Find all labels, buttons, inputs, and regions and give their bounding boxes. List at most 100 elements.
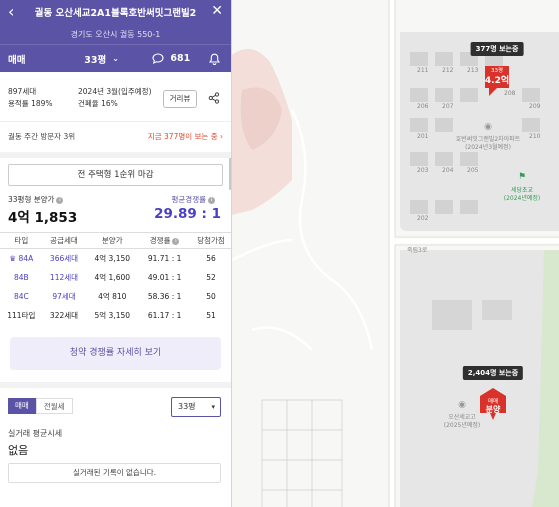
- comment-count: 681: [170, 53, 191, 64]
- floor-area-ratio: 용적률 189%: [8, 99, 53, 108]
- cell-type: 84B: [13, 272, 29, 282]
- cell-rate: 61.17 : 1: [147, 310, 182, 320]
- bell-icon: [208, 53, 220, 65]
- trade-type-dropdown[interactable]: 매매: [0, 52, 58, 66]
- info-icon[interactable]: i: [172, 237, 180, 245]
- live-viewers[interactable]: 지금 377명이 보는 중 ›: [148, 131, 223, 142]
- avg-price-label: 실거래 평균시세: [8, 428, 63, 438]
- marker1-price: 4.2억: [484, 76, 510, 86]
- competition-label-text: 평균경쟁률: [171, 195, 207, 204]
- building-label: 210: [529, 133, 541, 140]
- cell-score: 51: [206, 310, 216, 320]
- info-col-right: 2024년 3월(입주예정) 건폐율 16%: [78, 86, 152, 110]
- road-name-label: 죽림3로: [407, 247, 428, 254]
- cell-price: 4억 1,600: [94, 272, 131, 282]
- building-label: 202: [417, 215, 429, 222]
- no-record-message: 실거래된 기록이 없습니다.: [8, 462, 221, 483]
- info-icon[interactable]: i: [208, 196, 215, 204]
- cell-rate: 58.36 : 1: [147, 291, 182, 301]
- table-row: 84C 97세대 4억 810 58.36 : 1 50: [0, 287, 231, 306]
- apartment-pin-icon: ◉: [484, 122, 492, 132]
- building-label: 209: [529, 103, 541, 110]
- cell-supply: 366세대: [49, 253, 79, 263]
- cell-score: 50: [206, 291, 216, 301]
- table-row: 84B 112세대 4억 1,600 49.01 : 1 52: [0, 268, 231, 287]
- tab-lease[interactable]: 전월세: [35, 397, 73, 414]
- trade-tabs: 매매 전월세: [8, 397, 73, 414]
- building-label: 203: [417, 167, 429, 174]
- table-row: 111타입 322세대 5억 3,150 61.17 : 1 51: [0, 306, 231, 325]
- col-type: 타입: [0, 232, 43, 249]
- viewers-badge[interactable]: 2,404명 보는중: [462, 366, 524, 380]
- panel-header: ‹ 궐동 오산세교2A1블록호반써밋그랜빌2 ✕ 경기도 오산시 궐동 550-…: [0, 0, 231, 72]
- competition-detail-button[interactable]: 청약 경쟁률 자세히 보기: [10, 336, 221, 370]
- cell-type: 84C: [13, 291, 29, 301]
- share-icon[interactable]: [208, 92, 220, 104]
- complex-sub-label: (2024년3월예정): [465, 144, 511, 151]
- notification-button[interactable]: [197, 53, 231, 65]
- info-col-left: 897세대 용적률 189%: [8, 86, 53, 110]
- visitor-rank: 궐동 주간 방문자 3위: [8, 132, 76, 141]
- marker2-status: 분양: [485, 405, 501, 414]
- complex-info: 897세대 용적률 189% 2024년 3월(입주예정) 건폐율 16% 거리…: [0, 72, 231, 190]
- col-supply: 공급세대: [42, 232, 86, 249]
- header-toolbar: 매매 33평 ⌄ 681: [0, 44, 231, 72]
- table-header-row: 타입 공급세대 분양가 경쟁률 i 당첨가점: [0, 232, 231, 249]
- move-in-date: 2024년 3월(입주예정): [78, 87, 152, 96]
- cell-supply: 97세대: [52, 291, 76, 301]
- app-root: ‹ 궐동 오산세교2A1블록호반써밋그랜빌2 ✕ 경기도 오산시 궐동 550-…: [0, 0, 559, 507]
- building-label: 201: [417, 133, 429, 140]
- col-score: 당첨가점: [190, 232, 231, 249]
- col-rate: 경쟁률 i: [139, 232, 191, 249]
- building-label: 205: [467, 167, 479, 174]
- header-top: ‹ 궐동 오산세교2A1블록호반써밋그랜빌2 ✕ 경기도 오산시 궐동 550-…: [0, 0, 231, 44]
- tab-sale[interactable]: 매매: [8, 397, 36, 414]
- map-view[interactable]: 211 212 213 214 207 206 208 209 201 203 …: [232, 0, 559, 507]
- competition-label: 평균경쟁률 i: [171, 194, 215, 205]
- back-chevron-icon[interactable]: ‹: [8, 4, 14, 20]
- trade-type-label: 매매: [8, 54, 26, 66]
- cell-price: 5억 3,150: [94, 310, 131, 320]
- comments-button[interactable]: 681: [145, 53, 197, 64]
- complex-address: 경기도 오산시 궐동 550-1: [70, 30, 161, 39]
- size-label: 33평: [84, 54, 107, 66]
- unit-type-table: 타입 공급세대 분양가 경쟁률 i 당첨가점 ♛ 84A 366세대 4억 3,1…: [0, 232, 231, 325]
- avg-price-value: 없음: [8, 443, 29, 457]
- building-label: 206: [417, 103, 429, 110]
- detail-panel: ‹ 궐동 오산세교2A1블록호반써밋그랜빌2 ✕ 경기도 오산시 궐동 550-…: [0, 0, 232, 507]
- cell-type: ♛ 84A: [9, 253, 34, 263]
- households: 897세대: [8, 87, 37, 96]
- cell-supply: 112세대: [49, 272, 79, 282]
- cell-rate: 49.01 : 1: [147, 272, 182, 282]
- speech-bubble-icon: [152, 53, 164, 64]
- visitor-rank-row[interactable]: 궐동 주간 방문자 3위 지금 377명이 보는 중 ›: [0, 122, 231, 158]
- size-select-value: 33평: [178, 401, 196, 411]
- school-flag-icon: ⚑: [517, 172, 527, 182]
- cell-type: 111타입: [7, 310, 36, 320]
- building-label: 212: [442, 67, 454, 74]
- competition-value: 29.89 : 1: [154, 206, 221, 222]
- cell-rate: 91.71 : 1: [147, 253, 182, 263]
- size-dropdown[interactable]: 33평 ⌄: [58, 52, 146, 66]
- price-summary: 33평형 분양가 i 4억 1,853 평균경쟁률 i 29.89 : 1: [0, 190, 231, 226]
- subscription-status: 전 주택형 1순위 마감: [8, 164, 223, 186]
- info-icon[interactable]: i: [56, 196, 64, 204]
- close-icon[interactable]: ✕: [211, 3, 223, 19]
- distance-view-button[interactable]: 거리뷰: [163, 90, 197, 108]
- school1-sub: (2024년예정): [503, 195, 541, 202]
- coverage-ratio: 건폐율 16%: [78, 99, 118, 108]
- cell-price: 4억 3,150: [94, 253, 131, 263]
- school-pin-icon: ◉: [458, 400, 466, 410]
- price-label-text: 33평형 분양가: [8, 195, 55, 204]
- chevron-down-icon: ⌄: [112, 54, 119, 63]
- complex-title: 궐동 오산세교2A1블록호반써밋그랜빌2: [34, 8, 197, 19]
- lower-grid: [261, 399, 343, 507]
- price-value: 4억 1,853: [8, 210, 78, 226]
- viewers-badge[interactable]: 377명 보는중: [470, 42, 524, 56]
- caret-down-icon: ▾: [211, 402, 215, 411]
- size-select[interactable]: 33평 ▾: [171, 396, 221, 417]
- cell-score: 56: [206, 253, 216, 263]
- cell-supply: 322세대: [49, 310, 79, 320]
- building-label: 213: [467, 67, 479, 74]
- col-rate-text: 경쟁률: [149, 236, 171, 245]
